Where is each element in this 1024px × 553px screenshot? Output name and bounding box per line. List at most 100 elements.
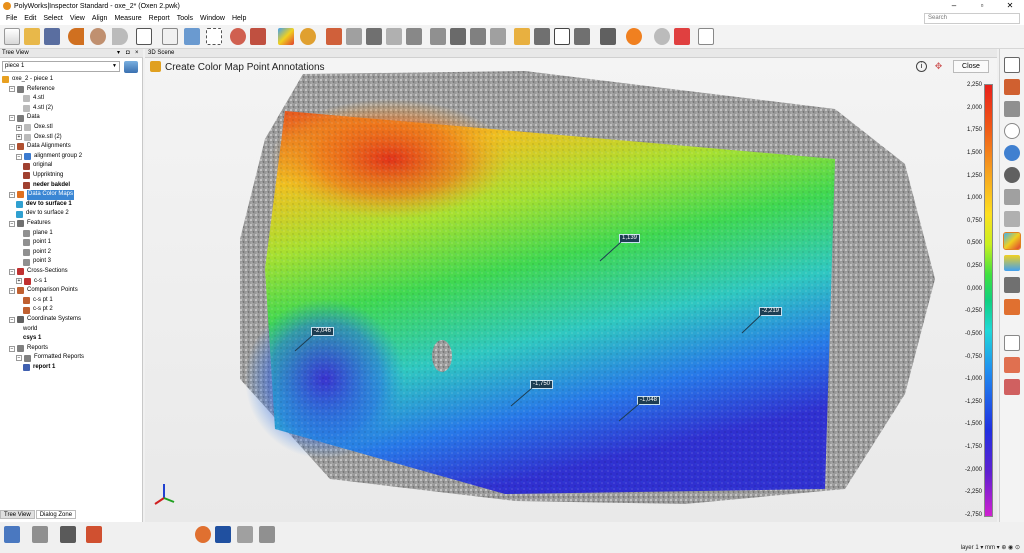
chart-icon[interactable] — [698, 28, 714, 45]
tree-item[interactable]: − Features — [9, 219, 51, 229]
tree-item[interactable]: − Formatted Reports — [16, 353, 84, 363]
tree-item[interactable]: plane 1 — [23, 229, 53, 239]
tree-item[interactable]: + Oxe.stl — [16, 123, 53, 133]
color-map-display-icon[interactable] — [1003, 232, 1021, 250]
cube-view-icon[interactable] — [1004, 189, 1020, 205]
tree-item[interactable]: − Comparison Points — [9, 286, 78, 296]
menu-file[interactable]: File — [6, 15, 17, 22]
expand-toggle-icon[interactable]: + — [16, 124, 22, 131]
fit-icon[interactable] — [1004, 101, 1020, 117]
tab-dialog-zone[interactable]: Dialog Zone — [35, 510, 77, 519]
hand-icon[interactable] — [1004, 335, 1020, 351]
layer-select[interactable]: layer 1 — [961, 545, 979, 551]
tool-icon[interactable] — [346, 28, 362, 45]
tree-item[interactable]: 4.stl (2) — [23, 104, 53, 114]
table-icon[interactable] — [554, 28, 570, 45]
menu-window[interactable]: Window — [200, 15, 225, 22]
expand-toggle-icon[interactable]: − — [9, 143, 15, 150]
menu-view[interactable]: View — [70, 15, 85, 22]
play-icon[interactable] — [626, 28, 642, 45]
record-icon[interactable] — [654, 28, 670, 45]
tree-item[interactable]: original — [23, 161, 52, 171]
align-tool-icon[interactable] — [4, 526, 20, 543]
stop-icon[interactable] — [674, 28, 690, 45]
color-cube-icon[interactable] — [278, 28, 294, 45]
piece-manager-icon[interactable] — [124, 61, 138, 73]
tab-tree-view[interactable]: Tree View — [0, 510, 35, 519]
probe-icon[interactable] — [250, 28, 266, 45]
3d-scene-panel[interactable]: 3D Scene Create Color Map Point Annotati… — [145, 49, 997, 522]
expand-toggle-icon[interactable]: − — [9, 287, 15, 294]
tree-item[interactable]: dev to surface 2 — [16, 209, 69, 219]
tree-item[interactable]: report 1 — [23, 363, 55, 373]
distance-icon[interactable] — [470, 28, 486, 45]
tree-item[interactable]: + c-s 1 — [16, 277, 47, 287]
tree-item[interactable]: csys 1 — [23, 334, 41, 344]
tree-item[interactable]: world — [23, 325, 37, 335]
menu-select[interactable]: Select — [43, 15, 62, 22]
expand-toggle-icon[interactable]: − — [9, 345, 15, 352]
zoom-doc-icon[interactable] — [386, 28, 402, 45]
feature-tool-icon[interactable] — [60, 526, 76, 543]
expand-toggle-icon[interactable]: − — [9, 115, 15, 122]
menu-help[interactable]: Help — [232, 15, 246, 22]
search-input[interactable]: Search — [924, 13, 1020, 24]
menu-tools[interactable]: Tools — [177, 15, 193, 22]
pan-icon[interactable] — [1004, 57, 1020, 73]
piece-select[interactable]: piece 1 ▼ — [2, 61, 120, 72]
photo-icon[interactable] — [574, 28, 590, 45]
menu-report[interactable]: Report — [149, 15, 170, 22]
probe-arm-icon[interactable] — [237, 526, 253, 543]
rotate-icon[interactable] — [1004, 79, 1020, 95]
copy-icon[interactable] — [600, 28, 616, 45]
expand-toggle-icon[interactable]: − — [16, 153, 22, 160]
alert-icon[interactable] — [1004, 379, 1020, 395]
expand-toggle-icon[interactable]: + — [16, 134, 22, 141]
device-icon[interactable] — [259, 526, 275, 543]
settings-icon[interactable] — [136, 28, 152, 45]
redo-icon[interactable] — [90, 28, 106, 45]
tree-item[interactable]: − Reports — [9, 344, 48, 354]
expand-toggle-icon[interactable]: + — [16, 278, 22, 285]
annotation-tool-icon[interactable] — [1004, 357, 1020, 373]
zoom-icon[interactable] — [1004, 123, 1020, 139]
menu-edit[interactable]: Edit — [24, 15, 36, 22]
expand-toggle-icon[interactable]: − — [9, 191, 15, 198]
tree-item[interactable]: − Data Alignments — [9, 142, 71, 152]
target-icon[interactable] — [195, 526, 211, 543]
eye-icon[interactable] — [1004, 167, 1020, 183]
tree-item[interactable]: dev to surface 1 — [16, 200, 72, 210]
close-window-button[interactable]: ✕ — [996, 0, 1024, 12]
expand-toggle-icon[interactable]: − — [16, 355, 22, 362]
cube-iso-icon[interactable] — [1004, 211, 1020, 227]
tree-item[interactable]: + Oxe.stl (2) — [16, 133, 62, 143]
tree-item[interactable]: oxe_2 - piece 1 — [2, 75, 53, 85]
menu-measure[interactable]: Measure — [114, 15, 141, 22]
minimize-button[interactable]: – — [940, 0, 968, 12]
triangle-icon[interactable] — [490, 28, 506, 45]
expand-toggle-icon[interactable]: − — [9, 220, 15, 227]
gauge-icon[interactable] — [430, 28, 446, 45]
open-folder-icon[interactable] — [24, 28, 40, 45]
tree-item[interactable]: − alignment group 2 — [16, 152, 82, 162]
binary-icon[interactable] — [206, 28, 222, 45]
unit-select[interactable]: mm — [985, 545, 995, 551]
pin-icon[interactable]: ▾ — [117, 49, 120, 58]
tree-item[interactable]: 4.stl — [23, 94, 44, 104]
undo-icon[interactable] — [68, 28, 84, 45]
tree-item[interactable]: − Cross-Sections — [9, 267, 68, 277]
scan-icon[interactable] — [300, 28, 316, 45]
tree-item[interactable]: c-s pt 2 — [23, 305, 53, 315]
measure-icon[interactable] — [366, 28, 382, 45]
pin-point-icon[interactable] — [1004, 299, 1020, 315]
tree-item[interactable]: − Reference — [9, 85, 55, 95]
tree-item[interactable]: c-s pt 1 — [23, 296, 53, 306]
tree-item[interactable]: point 2 — [23, 248, 51, 258]
probe-tool-icon[interactable] — [32, 526, 48, 543]
scale-icon[interactable] — [1004, 255, 1020, 271]
check-icon[interactable] — [215, 526, 231, 543]
angle-icon[interactable] — [450, 28, 466, 45]
close-panel-icon[interactable]: × — [135, 49, 139, 58]
tree-item[interactable]: − Data Color Maps — [9, 190, 75, 200]
tree-item[interactable]: − Coordinate Systems — [9, 315, 81, 325]
